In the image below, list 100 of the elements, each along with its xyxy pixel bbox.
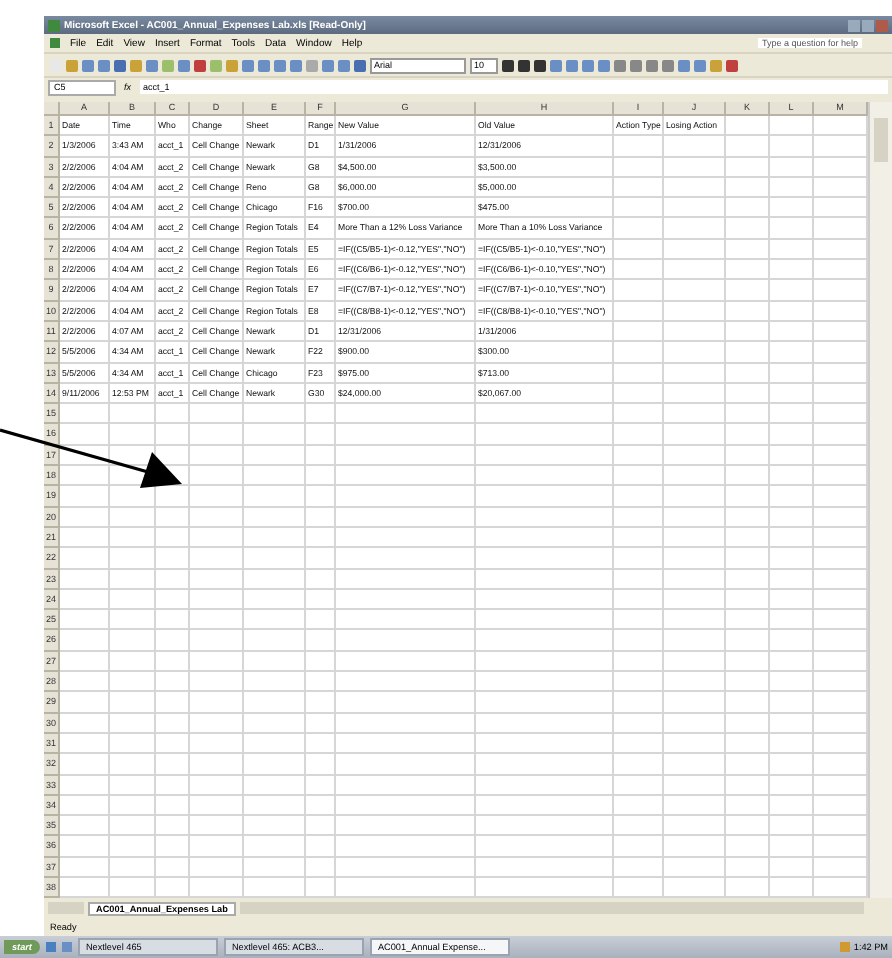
empty-cell	[664, 795, 726, 817]
empty-cell	[244, 877, 306, 899]
empty-cell	[336, 466, 476, 487]
empty-cell	[614, 610, 664, 631]
empty-cell	[244, 445, 306, 467]
empty-cell	[306, 404, 336, 425]
empty-cell	[476, 754, 614, 775]
empty-cell	[306, 754, 336, 775]
empty-cell	[770, 486, 814, 508]
vertical-scrollbar[interactable]	[868, 102, 892, 899]
empty-cell	[244, 713, 306, 734]
empty-cell	[726, 486, 770, 508]
empty-cell	[614, 754, 664, 775]
empty-cell	[664, 342, 726, 364]
empty-cell	[770, 589, 814, 611]
select-all-button[interactable]	[44, 102, 60, 116]
empty-cell	[110, 836, 156, 858]
empty-cell	[476, 630, 614, 652]
empty-cell	[664, 383, 726, 405]
empty-cell	[476, 651, 614, 673]
empty-cell	[726, 713, 770, 734]
empty-cell	[726, 795, 770, 817]
empty-cell	[770, 816, 814, 837]
empty-cell	[306, 651, 336, 673]
empty-cell	[156, 610, 190, 631]
empty-cell	[110, 754, 156, 775]
empty-cell	[156, 548, 190, 570]
empty-cell	[336, 548, 476, 570]
empty-cell	[156, 630, 190, 652]
empty-cell	[190, 857, 244, 878]
empty-cell	[476, 692, 614, 714]
empty-cell	[770, 754, 814, 775]
empty-cell	[726, 754, 770, 775]
empty-cell	[110, 816, 156, 837]
empty-cell	[156, 569, 190, 590]
empty-cell	[336, 877, 476, 899]
empty-cell	[664, 754, 726, 775]
empty-cell	[190, 527, 244, 549]
empty-cell	[244, 424, 306, 446]
empty-cell	[726, 260, 770, 281]
empty-cell	[726, 672, 770, 693]
empty-cell	[244, 527, 306, 549]
empty-cell	[726, 239, 770, 261]
empty-cell	[664, 239, 726, 261]
empty-cell	[770, 342, 814, 364]
empty-cell	[156, 527, 190, 549]
empty-cell	[110, 795, 156, 817]
empty-cell	[614, 672, 664, 693]
tray-icon[interactable]	[839, 942, 850, 953]
empty-cell	[770, 116, 814, 137]
empty-cell	[190, 651, 244, 673]
empty-cell	[614, 857, 664, 878]
empty-cell	[244, 507, 306, 528]
empty-cell	[476, 466, 614, 487]
empty-cell	[156, 672, 190, 693]
empty-cell	[306, 713, 336, 734]
empty-cell	[336, 692, 476, 714]
empty-cell	[110, 713, 156, 734]
empty-cell	[190, 816, 244, 837]
empty-cell	[244, 775, 306, 796]
empty-cell	[190, 630, 244, 652]
empty-cell	[156, 733, 190, 755]
empty-cell	[664, 877, 726, 899]
empty-cell	[336, 527, 476, 549]
empty-cell	[190, 548, 244, 570]
empty-cell	[156, 775, 190, 796]
empty-cell	[336, 651, 476, 673]
empty-cell	[726, 157, 770, 178]
empty-cell	[336, 857, 476, 878]
empty-cell	[770, 218, 814, 240]
empty-cell	[190, 507, 244, 528]
empty-cell	[726, 116, 770, 137]
empty-cell	[476, 445, 614, 467]
minimize-icon[interactable]	[848, 19, 860, 31]
maximize-icon[interactable]	[862, 19, 874, 31]
empty-cell	[664, 775, 726, 796]
empty-cell	[614, 198, 664, 219]
empty-cell	[336, 775, 476, 796]
empty-cell	[614, 775, 664, 796]
empty-cell	[614, 651, 664, 673]
empty-cell	[476, 610, 614, 631]
empty-cell	[726, 651, 770, 673]
empty-cell	[614, 836, 664, 858]
horizontal-scrollbar[interactable]	[239, 902, 864, 915]
empty-cell	[306, 548, 336, 570]
empty-cell	[726, 569, 770, 590]
empty-cell	[726, 692, 770, 714]
empty-cell	[110, 424, 156, 446]
empty-cell	[306, 424, 336, 446]
empty-cell	[726, 877, 770, 899]
empty-cell	[156, 692, 190, 714]
empty-cell	[614, 218, 664, 240]
empty-cell	[664, 651, 726, 673]
empty-cell	[726, 610, 770, 631]
empty-cell	[306, 692, 336, 714]
empty-cell	[110, 569, 156, 590]
empty-cell	[614, 239, 664, 261]
empty-cell	[770, 198, 814, 219]
empty-cell	[664, 713, 726, 734]
empty-cell	[770, 280, 814, 302]
